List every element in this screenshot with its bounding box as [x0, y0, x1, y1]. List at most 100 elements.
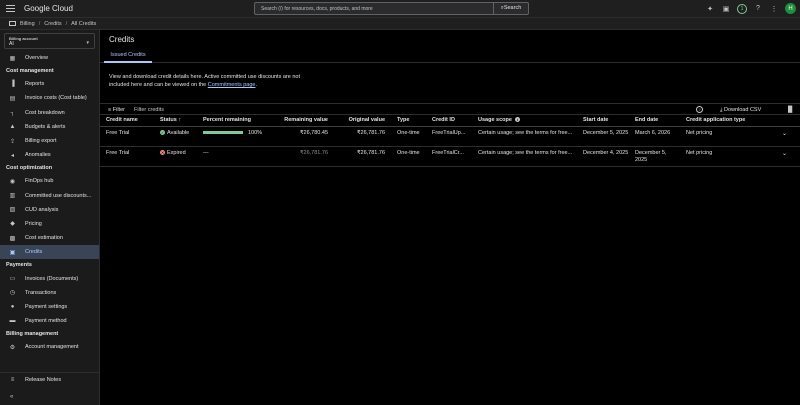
description-text: View and download credit details here. A…: [109, 74, 300, 88]
sidebar-item-cost-estimation[interactable]: ▩ Cost estimation: [0, 231, 99, 245]
top-app-bar: Google Cloud Search (/) for resources, d…: [0, 0, 800, 18]
sidebar-item-label: Anomalies: [25, 152, 51, 159]
error-circle-icon: ✕: [160, 150, 165, 155]
cell-type: One-time: [391, 126, 426, 147]
col-credit-application-type[interactable]: Credit application type: [680, 115, 776, 127]
col-status[interactable]: Status ↑: [154, 115, 197, 127]
sidebar-item-invoices[interactable]: ▭ Invoices (Documents): [0, 271, 99, 285]
col-start-date[interactable]: Start date: [577, 115, 629, 127]
col-credit-id[interactable]: Credit ID: [426, 115, 472, 127]
sidebar-item-payment-method[interactable]: ▬ Payment method: [0, 314, 99, 328]
chevron-down-icon: ▾: [86, 40, 89, 46]
cell-end-date: December 5, 2025: [629, 146, 680, 167]
chevron-down-icon[interactable]: ⌄: [782, 131, 787, 137]
sidebar-item-cud-analysis[interactable]: ▧ CUD analysis: [0, 203, 99, 217]
sidebar-item-label: Overview: [25, 55, 48, 62]
sort-arrow-up-icon: ↑: [178, 117, 182, 124]
tab-issued-credits[interactable]: Issued Credits: [104, 50, 152, 63]
cell-expand[interactable]: ⌄: [776, 126, 800, 147]
account-avatar[interactable]: H: [785, 3, 796, 14]
sidebar-item-label: Cost estimation: [25, 235, 63, 242]
download-csv-button[interactable]: ⤓ Download CSV: [720, 107, 761, 114]
search-button[interactable]: ⌕Search: [493, 3, 528, 14]
cell-original-value: ₹26,781.76: [334, 146, 391, 167]
sidebar-item-label: Payment method: [25, 318, 67, 325]
sidebar-item-credits[interactable]: ▣ Credits: [0, 245, 99, 260]
col-credit-name[interactable]: Credit name: [100, 115, 154, 127]
info-icon[interactable]: i: [514, 117, 520, 123]
search-input[interactable]: Search (/) for resources, docs, products…: [261, 6, 373, 12]
col-remaining-value[interactable]: Remaining value: [270, 115, 334, 127]
search-box[interactable]: Search (/) for resources, docs, products…: [254, 2, 529, 15]
cell-expand[interactable]: ⌄: [776, 146, 800, 167]
sidebar-item-cost-breakdown[interactable]: ┐ Cost breakdown: [0, 106, 99, 120]
sidebar-item-release-notes[interactable]: ≡ Release Notes: [0, 373, 100, 387]
sidebar-item-label: Invoices (Documents): [25, 275, 79, 282]
sidebar-item-account-management[interactable]: ⚙ Account management: [0, 340, 99, 354]
sidebar-item-label: Reports: [25, 81, 45, 88]
section-cost-optimization: Cost optimization: [6, 165, 53, 172]
sidebar-item-label: Transactions: [25, 289, 57, 296]
col-end-date[interactable]: End date: [629, 115, 680, 127]
sidebar-item-reports[interactable]: ▐ Reports: [0, 77, 99, 91]
help-icon[interactable]: ?: [753, 4, 763, 14]
filter-button[interactable]: ≡ Filter: [108, 107, 125, 113]
breakdown-icon: ┐: [10, 109, 15, 116]
col-percent-remaining[interactable]: Percent remaining: [197, 115, 270, 127]
bar-chart-icon: ▐: [10, 81, 15, 88]
table-row[interactable]: Free Trial ✓ Available 100% ₹26,780.45 ₹2…: [100, 126, 800, 147]
col-type[interactable]: Type: [391, 115, 426, 127]
breadcrumb-separator: /: [38, 20, 41, 27]
sidebar-item-invoice-costs[interactable]: ▤ Invoice costs (Cost table): [0, 91, 99, 105]
cell-status: ✓ Available: [154, 126, 197, 147]
google-cloud-logo[interactable]: Google Cloud: [24, 4, 73, 13]
help-icon[interactable]: ?: [696, 106, 703, 113]
sidebar-item-committed-use[interactable]: ▥ Committed use discounts...: [0, 189, 99, 203]
tab-bar: Issued Credits: [100, 50, 800, 63]
sidebar-item-payment-settings[interactable]: ● Payment settings: [0, 300, 99, 314]
col-original-value[interactable]: Original value: [334, 115, 391, 127]
commitments-page-link[interactable]: Commitments page: [208, 82, 256, 88]
breadcrumb-all-credits: All Credits: [71, 20, 97, 27]
filter-input[interactable]: Filter credits: [134, 107, 164, 113]
chevron-down-icon[interactable]: ⌄: [782, 151, 787, 157]
table-row[interactable]: Free Trial ✕ Expired — ₹26,781.76 ₹26,781…: [100, 146, 800, 167]
sidebar-item-label: Committed use discounts...: [25, 192, 92, 199]
percent-progress-fill: [203, 130, 243, 134]
sidebar-item-label: CUD analysis: [25, 206, 59, 213]
sidebar-item-label: Account management: [25, 344, 79, 351]
sidebar-item-label: Payment settings: [25, 303, 68, 310]
sidebar-item-budgets[interactable]: ▲ Budgets & alerts: [0, 120, 99, 134]
person-icon: ●: [10, 303, 15, 310]
status-text: Available: [167, 129, 190, 136]
filter-bar: ≡ Filter Filter credits ? ⤓ Download CSV…: [100, 103, 800, 115]
breadcrumb-credits[interactable]: Credits: [44, 21, 61, 27]
sidebar-item-billing-export[interactable]: ⇪ Billing export: [0, 134, 99, 148]
status-text: Expired: [167, 149, 186, 156]
col-usage-scope[interactable]: Usage scope i: [472, 115, 577, 127]
sidebar-item-finops-hub[interactable]: ◉ FinOps hub: [0, 174, 99, 188]
cell-status: ✕ Expired: [154, 146, 197, 167]
sidebar-item-anomalies[interactable]: ◂ Anomalies: [0, 148, 99, 162]
main-menu-icon[interactable]: [6, 5, 15, 13]
sidebar-item-pricing[interactable]: ◆ Pricing: [0, 217, 99, 231]
section-payments: Payments: [6, 262, 32, 269]
breadcrumb-billing[interactable]: Billing: [20, 21, 35, 27]
gemini-sparkle-icon[interactable]: ✦: [705, 4, 715, 14]
finops-icon: ◉: [9, 178, 16, 185]
cell-start-date: December 4, 2025: [577, 146, 629, 167]
sidebar-item-label: Budgets & alerts: [25, 123, 66, 130]
cloud-shell-icon[interactable]: ▣: [721, 4, 731, 14]
cell-percent-remaining: —: [197, 146, 270, 167]
check-circle-icon: ✓: [160, 130, 165, 135]
collapse-sidebar-icon[interactable]: «: [10, 394, 13, 400]
notifications-badge[interactable]: 1: [737, 3, 747, 14]
sidebar-item-transactions[interactable]: ◷ Transactions: [0, 286, 99, 300]
credits-icon: ▣: [9, 249, 16, 256]
billing-account-select[interactable]: Billing account AI ▾: [4, 33, 95, 49]
table-header-row: Credit name Status ↑ Percent remaining R…: [100, 115, 800, 127]
column-display-icon[interactable]: █: [788, 107, 792, 113]
sidebar-item-label: Release Notes: [25, 377, 62, 384]
more-vert-icon[interactable]: ⋮: [769, 4, 779, 14]
sidebar-item-overview[interactable]: ▦ Overview: [0, 51, 99, 65]
